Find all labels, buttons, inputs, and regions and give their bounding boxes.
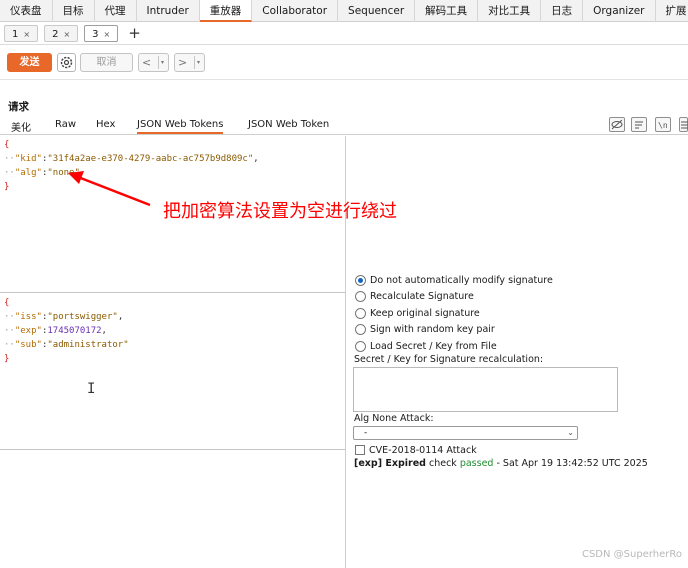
hide-icon[interactable] [609,117,625,132]
status-date: - Sat Apr 19 13:42:52 UTC 2025 [493,458,648,469]
watermark: CSDN @SuperherRo [581,549,682,560]
send-button[interactable]: 发送 [7,53,52,72]
wrap-lines-icon[interactable] [631,117,647,132]
chevron-left-icon: < [142,56,152,69]
tab-pretty[interactable]: 美化 [11,119,31,134]
radio-icon [355,290,366,302]
tab-raw[interactable]: Raw [55,119,76,130]
close-icon[interactable]: × [23,30,30,39]
chevron-down-icon[interactable]: ▾ [197,54,200,72]
repeater-tab-3[interactable]: 3 × [84,25,119,42]
cve-checkbox-row[interactable]: CVE-2018-0114 Attack [355,443,477,457]
request-view-tabs: 美化 Raw Hex JSON Web Tokens JSON Web Toke… [0,117,688,135]
divider [158,56,159,69]
payload-editor[interactable]: { ··"iss":"portswigger", ··"exp":1745070… [4,296,129,366]
annotation-text: 把加密算法设置为空进行绕过 [163,201,397,222]
json-key: "kid" [14,154,42,164]
tab-extensions[interactable]: 扩展 [656,0,688,22]
radio-label: Sign with random key pair [370,323,495,335]
tab-logger[interactable]: 日志 [541,0,584,22]
json-key: "iss" [14,312,42,322]
radio-icon [355,340,366,352]
brace: { [4,140,10,150]
json-value: "31f4a2ae-e370-4279-aabc-ac757b9d809c" [47,154,254,164]
brace: } [4,354,10,364]
text-cursor-icon: I [87,381,96,397]
json-value: 1745070172 [47,326,102,336]
repeater-tab-1[interactable]: 1 × [4,25,39,42]
radio-icon [355,274,366,286]
divider [0,449,346,450]
tab-repeater[interactable]: 重放器 [199,0,253,22]
tab-hex[interactable]: Hex [96,119,115,130]
radio-icon [355,323,366,335]
toolbar: 发送 取消 < ▾ > ▾ [0,44,688,80]
close-icon[interactable]: × [63,30,70,39]
secret-key-field[interactable] [353,367,618,412]
brace: { [4,298,10,308]
tab-sequencer[interactable]: Sequencer [338,0,416,22]
status-prefix: [exp] Expired [354,458,426,469]
tab-organizer[interactable]: Organizer [583,0,656,22]
json-value: "administrator" [47,340,129,350]
radio-label: Recalculate Signature [370,290,474,302]
secret-label: Secret / Key for Signature recalculation… [354,354,544,365]
tab-collaborator[interactable]: Collaborator [252,0,339,22]
divider [0,292,346,293]
tab-proxy[interactable]: 代理 [95,0,137,22]
exp-status: [exp] Expired check passed - Sat Apr 19 … [354,458,648,469]
settings-button[interactable] [57,53,76,72]
newline-icon[interactable]: \n [655,117,671,132]
radio-label: Load Secret / Key from File [370,340,497,352]
tab-json-web-tokens[interactable]: JSON Web Tokens [137,119,224,134]
divider [194,56,195,69]
tab-comparer[interactable]: 对比工具 [478,0,542,22]
brace: } [4,182,10,192]
checkbox[interactable] [355,445,365,455]
radio-load-key[interactable]: Load Secret / Key from File [355,339,497,353]
tab-intruder[interactable]: Intruder [137,0,200,22]
json-key: "alg" [14,168,42,178]
repeater-tab-label: 3 [92,29,99,40]
back-button[interactable]: < ▾ [138,53,169,72]
alg-none-label: Alg None Attack: [354,413,434,424]
radio-label: Do not automatically modify signature [370,274,553,286]
repeater-tab-label: 2 [52,29,59,40]
chevron-right-icon: > [178,56,188,69]
json-value: "portswigger" [47,312,118,322]
repeater-tab-label: 1 [12,29,19,40]
chevron-down-icon[interactable]: ▾ [161,54,164,72]
json-key: "sub" [14,340,42,350]
close-icon[interactable]: × [104,30,111,39]
request-title: 请求 [8,101,29,113]
json-key: "exp" [14,326,42,336]
tool-tabs: 仪表盘 目标 代理 Intruder 重放器 Collaborator Sequ… [0,0,688,22]
json-value-alg: "none" [47,168,80,178]
tab-decoder[interactable]: 解码工具 [415,0,479,22]
cancel-button[interactable]: 取消 [80,53,133,72]
checkbox-label: CVE-2018-0114 Attack [369,444,477,456]
status-passed: passed [459,458,494,469]
radio-recalculate[interactable]: Recalculate Signature [355,289,474,303]
add-tab-button[interactable]: + [124,25,145,42]
repeater-tabs: 1 × 2 × 3 × + [0,23,688,44]
header-editor[interactable]: { ··"kid":"31f4a2ae-e370-4279-aabc-ac757… [4,138,259,194]
radio-keep-original[interactable]: Keep original signature [355,306,480,320]
tab-target[interactable]: 目标 [53,0,95,22]
radio-label: Keep original signature [370,307,480,319]
gear-icon [60,56,73,69]
radio-do-not-modify[interactable]: Do not automatically modify signature [355,273,553,287]
alg-none-select[interactable]: - ⌄ [353,426,578,440]
repeater-tab-2[interactable]: 2 × [44,25,79,42]
forward-button[interactable]: > ▾ [174,53,205,72]
tab-json-web-token[interactable]: JSON Web Token [248,119,329,130]
svg-text:\n: \n [658,121,668,130]
select-value: - [364,428,368,438]
radio-random-key[interactable]: Sign with random key pair [355,322,495,336]
menu-icon[interactable] [679,117,688,132]
status-check: check [425,458,460,469]
chevron-down-icon: ⌄ [567,428,574,437]
radio-icon [355,307,366,319]
tab-dashboard[interactable]: 仪表盘 [0,0,53,22]
